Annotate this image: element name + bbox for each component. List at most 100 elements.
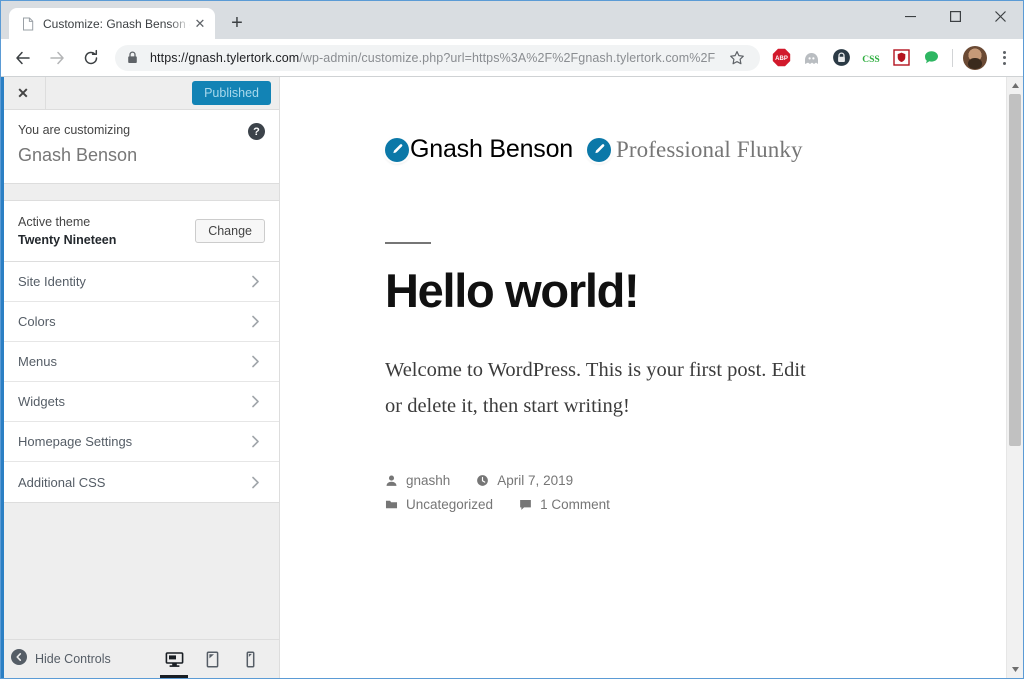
customizer-footer: Hide Controls	[1, 639, 279, 678]
post-category: Uncategorized	[385, 497, 493, 512]
site-description-group: Professional Flunky	[587, 137, 803, 163]
url-text: https://gnash.tylertork.com/wp-admin/cus…	[150, 51, 720, 65]
collapse-left-icon	[11, 648, 27, 670]
post-article: Hello world! Welcome to WordPress. This …	[280, 242, 1006, 512]
url-path: /wp-admin/customize.php?url=https%3A%2F%…	[299, 50, 716, 65]
device-desktop[interactable]	[155, 640, 193, 678]
site-title[interactable]: Gnash Benson	[410, 135, 573, 164]
ublock-origin-icon[interactable]	[889, 46, 913, 70]
toolbar-divider	[952, 48, 953, 67]
svg-text:CSS: CSS	[862, 55, 879, 65]
back-arrow-icon[interactable]	[9, 44, 37, 72]
chevron-right-icon	[249, 435, 262, 448]
post-title[interactable]: Hello world!	[385, 266, 1006, 316]
chevron-right-icon	[249, 315, 262, 328]
active-theme-label: Active theme	[18, 214, 91, 229]
post-comments: 1 Comment	[519, 497, 610, 512]
site-branding: Gnash Benson Professional Flunky	[280, 77, 1006, 164]
page-viewport: ✕ Published You are customizing Gnash Be…	[1, 77, 1023, 678]
adblock-plus-icon[interactable]: ABP	[769, 46, 793, 70]
window-maximize-button[interactable]	[933, 1, 978, 31]
scroll-up-arrow-icon[interactable]	[1007, 77, 1023, 94]
scrollbar-track[interactable]	[1007, 94, 1023, 661]
sidebar-item-widgets[interactable]: Widgets	[1, 382, 279, 423]
css-viewer-icon[interactable]: CSS	[859, 46, 883, 70]
browser-tab[interactable]: Customize: Gnash Benson – Profe ✕	[9, 8, 215, 39]
window-close-button[interactable]	[978, 1, 1023, 31]
publish-button[interactable]: Published	[192, 81, 271, 105]
vertical-scrollbar[interactable]	[1006, 77, 1023, 678]
active-theme-panel: Active theme Twenty Nineteen Change	[1, 199, 279, 263]
page-favicon	[21, 17, 35, 31]
post-meta-row-bottom: Uncategorized 1 Comment	[385, 497, 1006, 512]
kebab-menu-icon[interactable]	[993, 46, 1015, 70]
sidebar-filler	[1, 503, 279, 639]
hide-controls-label: Hide Controls	[35, 652, 111, 666]
tab-title: Customize: Gnash Benson – Profe	[43, 16, 191, 31]
customizing-label: You are customizing	[18, 123, 131, 137]
sidebar-item-homepage-settings[interactable]: Homepage Settings	[1, 422, 279, 463]
sidebar-gap	[1, 183, 279, 200]
comment-icon	[519, 498, 532, 511]
sidebar-item-menus[interactable]: Menus	[1, 342, 279, 383]
scroll-down-arrow-icon[interactable]	[1007, 661, 1023, 678]
green-bubble-icon[interactable]	[919, 46, 943, 70]
svg-text:ABP: ABP	[775, 56, 788, 62]
customizing-site-name: Gnash Benson	[18, 144, 138, 165]
tab-close-icon[interactable]: ✕	[191, 15, 209, 33]
sidebar-item-label: Homepage Settings	[18, 434, 133, 450]
post-content: Welcome to WordPress. This is your first…	[385, 359, 806, 418]
avatar[interactable]	[963, 45, 987, 70]
person-icon	[385, 474, 398, 487]
sidebar-item-additional-css[interactable]: Additional CSS	[1, 462, 279, 503]
help-icon[interactable]: ?	[248, 123, 265, 140]
title-divider	[385, 242, 431, 244]
star-icon[interactable]	[726, 47, 748, 69]
device-preview-switcher	[155, 640, 269, 679]
customizer-header: ✕ Published	[1, 77, 279, 110]
post-meta: gnashh April 7, 2019 Uncategorized 1 Com…	[385, 473, 1006, 512]
device-mobile[interactable]	[231, 640, 269, 679]
sidebar-item-label: Menus	[18, 354, 58, 370]
sidebar-item-label: Widgets	[18, 394, 65, 410]
browser-titlebar: Customize: Gnash Benson – Profe ✕ +	[1, 1, 1023, 39]
hide-controls-button[interactable]: Hide Controls	[11, 648, 155, 670]
chevron-right-icon	[249, 476, 262, 489]
pencil-edit-icon[interactable]	[385, 137, 409, 162]
change-theme-button[interactable]: Change	[195, 219, 265, 244]
folder-icon	[385, 498, 398, 511]
post-author-name[interactable]: gnashh	[406, 473, 450, 488]
pencil-edit-icon[interactable]	[587, 137, 611, 162]
chevron-right-icon	[249, 355, 262, 368]
forward-arrow-icon[interactable]	[43, 44, 71, 72]
post-category-name[interactable]: Uncategorized	[406, 497, 493, 512]
sidebar-item-label: Site Identity	[18, 274, 86, 290]
address-bar[interactable]: https://gnash.tylertork.com/wp-admin/cus…	[115, 44, 760, 71]
device-tablet[interactable]	[193, 640, 231, 679]
active-theme-name: Twenty Nineteen	[18, 233, 117, 248]
site-preview-content: Gnash Benson Professional Flunky Hello w…	[280, 77, 1006, 678]
clock-icon	[476, 474, 489, 487]
privacy-lock-icon[interactable]	[829, 46, 853, 70]
site-preview-frame[interactable]: Gnash Benson Professional Flunky Hello w…	[280, 77, 1006, 678]
post-date-text[interactable]: April 7, 2019	[497, 473, 573, 488]
post-comments-count[interactable]: 1 Comment	[540, 497, 610, 512]
url-host: https://gnash.tylertork.com	[150, 50, 300, 65]
window-minimize-button[interactable]	[888, 1, 933, 31]
post-date: April 7, 2019	[476, 473, 573, 488]
close-customizer-button[interactable]: ✕	[1, 77, 46, 109]
reload-arrow-icon[interactable]	[77, 44, 105, 72]
ghostery-icon[interactable]	[799, 46, 823, 70]
site-description: Professional Flunky	[616, 136, 803, 162]
customizing-panel: You are customizing Gnash Benson ?	[1, 110, 279, 184]
new-tab-button[interactable]: +	[223, 9, 251, 37]
browser-window: Customize: Gnash Benson – Profe ✕ +	[0, 0, 1024, 679]
sidebar-accent-bar	[1, 77, 4, 678]
sidebar-item-site-identity[interactable]: Site Identity	[1, 262, 279, 303]
window-controls	[888, 1, 1023, 39]
chevron-right-icon	[249, 395, 262, 408]
sidebar-item-label: Colors	[18, 314, 56, 330]
scrollbar-thumb[interactable]	[1009, 94, 1021, 446]
sidebar-item-colors[interactable]: Colors	[1, 302, 279, 343]
post-author: gnashh	[385, 473, 450, 488]
